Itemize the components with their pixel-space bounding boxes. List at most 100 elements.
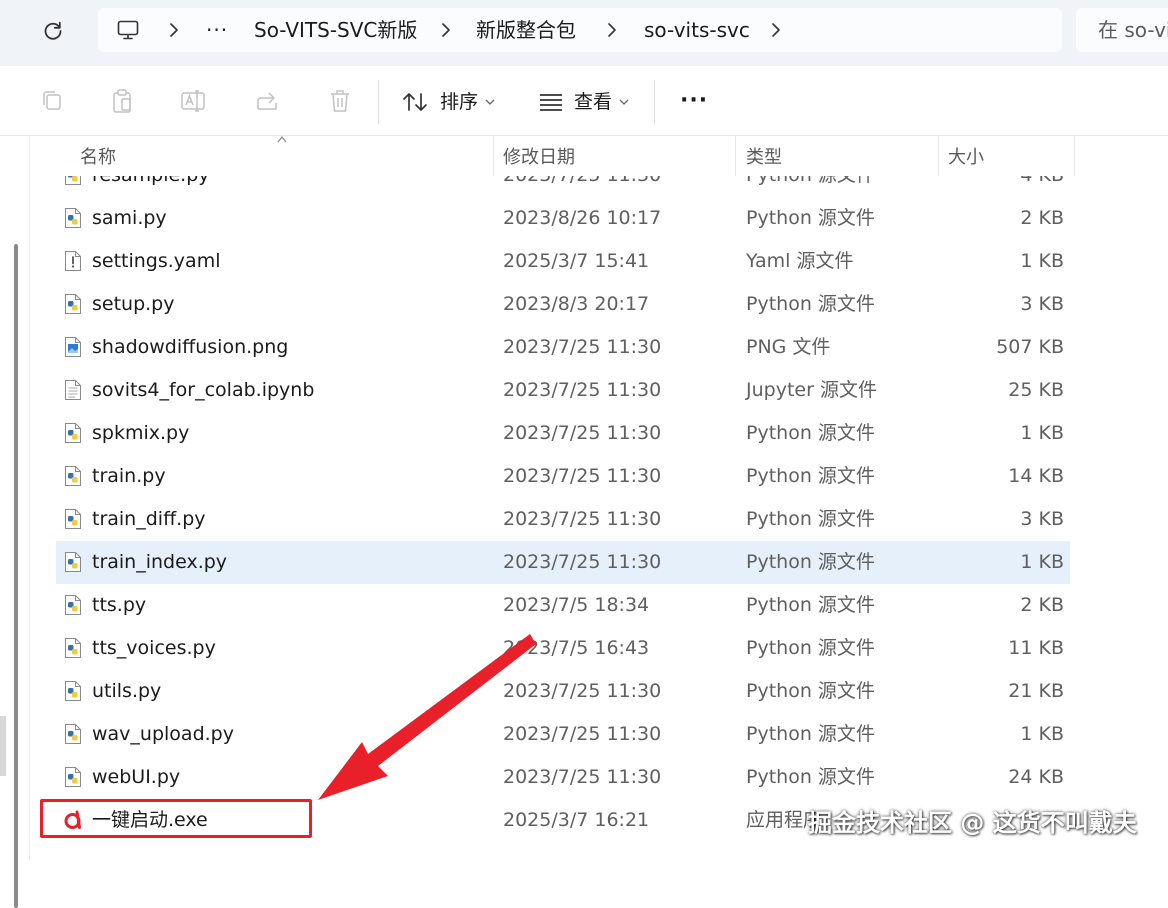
python-file-icon [64, 207, 82, 229]
file-modified-date: 2023/8/3 20:17 [503, 293, 650, 315]
file-size: 14 KB [1008, 465, 1064, 487]
python-file-icon [64, 176, 82, 186]
file-modified-date: 2023/7/25 11:30 [503, 465, 662, 487]
file-type: Python 源文件 [746, 637, 875, 659]
search-input[interactable]: 在 so-vi [1076, 8, 1168, 52]
file-row[interactable]: shadowdiffusion.png 2023/7/25 11:30 PNG 文件… [56, 326, 1070, 369]
file-row[interactable]: train.py 2023/7/25 11:30 Python 源文件 14 KB [56, 455, 1070, 498]
file-size: 2 KB [1020, 594, 1064, 616]
file-row[interactable]: sami.py 2023/8/26 10:17 Python 源文件 2 KB [56, 197, 1070, 240]
file-size: 25 KB [1008, 379, 1064, 401]
address-bar[interactable]: ··· So-VITS-SVC新版 新版整合包 so-vits-svc [98, 8, 1062, 52]
annotation-highlight-box [40, 799, 312, 838]
watermark: 掘金技术社区 @ 这货不叫戴夫 [808, 809, 1137, 837]
file-modified-date: 2023/7/25 11:30 [503, 336, 662, 358]
file-row[interactable]: webUI.py 2023/7/25 11:30 Python 源文件 24 KB [56, 756, 1070, 799]
file-row[interactable]: sovits4_for_colab.ipynb 2023/7/25 11:30 Ju… [56, 369, 1070, 412]
more-icon: ··· [680, 88, 709, 113]
refresh-button[interactable] [36, 14, 70, 48]
column-name[interactable]: 名称 [80, 136, 116, 176]
chevron-right-icon[interactable] [766, 20, 786, 40]
file-row[interactable]: settings.yaml 2025/3/7 15:41 Yaml 源文件 1 KB [56, 240, 1070, 283]
file-type: Python 源文件 [746, 766, 875, 788]
computer-icon[interactable] [116, 18, 140, 42]
file-modified-date: 2023/8/26 10:17 [503, 207, 662, 229]
file-type: Python 源文件 [746, 176, 875, 197]
chevron-right-icon[interactable] [602, 20, 622, 40]
file-modified-date: 2023/7/25 11:30 [503, 379, 662, 401]
sort-ascending-icon [276, 134, 288, 144]
file-size: 1 KB [1020, 250, 1064, 272]
sort-button[interactable]: 排序 [400, 84, 504, 120]
file-row[interactable]: train_diff.py 2023/7/25 11:30 Python 源文件 3 … [56, 498, 1070, 541]
file-row[interactable]: wav_upload.py 2023/7/25 11:30 Python 源文件 1 … [56, 713, 1070, 756]
address-bar-row: ··· So-VITS-SVC新版 新版整合包 so-vits-svc 在 so… [0, 0, 1168, 66]
chevron-right-icon[interactable] [436, 20, 456, 40]
python-file-icon [64, 680, 82, 702]
python-file-icon [64, 465, 82, 487]
file-row[interactable]: tts.py 2023/7/5 18:34 Python 源文件 2 KB [56, 584, 1070, 627]
file-name: settings.yaml [92, 250, 221, 272]
breadcrumb-item-so-vits-svc[interactable]: so-vits-svc [644, 8, 750, 52]
file-row[interactable]: setup.py 2023/8/3 20:17 Python 源文件 3 KB [56, 283, 1070, 326]
file-row[interactable]: train_index.py 2023/7/25 11:30 Python 源文件 1… [56, 541, 1070, 584]
toolbar-divider [378, 80, 379, 124]
python-file-icon [64, 551, 82, 573]
column-modified[interactable]: 修改日期 [503, 136, 575, 176]
chevron-down-icon [618, 96, 630, 108]
file-type: Python 源文件 [746, 551, 875, 573]
navigation-scrollbar[interactable] [14, 244, 18, 908]
file-size: 11 KB [1008, 637, 1064, 659]
python-file-icon [64, 723, 82, 745]
file-size: 1 KB [1020, 551, 1064, 573]
rename-button[interactable] [180, 86, 208, 116]
file-type: Jupyter 源文件 [746, 379, 877, 401]
file-name: setup.py [92, 293, 175, 315]
view-button[interactable]: 查看 [536, 84, 636, 120]
column-divider[interactable] [493, 136, 494, 176]
sort-icon [402, 90, 430, 114]
column-size[interactable]: 大小 [948, 136, 984, 176]
file-name: shadowdiffusion.png [92, 336, 289, 358]
python-file-icon [64, 422, 82, 444]
view-label: 查看 [574, 91, 613, 113]
file-size: 21 KB [1008, 680, 1064, 702]
python-file-icon [64, 293, 82, 315]
file-modified-date: 2023/7/25 11:30 [503, 551, 662, 573]
search-placeholder: 在 so-vi [1098, 18, 1168, 42]
more-options-button[interactable]: ··· [672, 86, 712, 118]
file-type: Python 源文件 [746, 422, 875, 444]
copy-button[interactable] [38, 86, 66, 116]
python-file-icon [64, 508, 82, 530]
file-size: 4 KB [1020, 176, 1064, 197]
column-divider[interactable] [1074, 136, 1075, 176]
file-modified-date: 2023/7/25 11:30 [503, 176, 661, 197]
file-size: 2 KB [1020, 207, 1064, 229]
breadcrumb-item-new-package[interactable]: 新版整合包 [476, 8, 576, 52]
view-list-icon [538, 92, 564, 112]
file-row[interactable]: tts_voices.py 2023/7/5 16:43 Python 源文件 11 … [56, 627, 1070, 670]
breadcrumb-overflow[interactable]: ··· [206, 8, 228, 52]
sort-label: 排序 [440, 91, 479, 113]
file-size: 1 KB [1020, 422, 1064, 444]
delete-button[interactable] [326, 86, 354, 116]
column-divider[interactable] [735, 136, 736, 176]
file-name: tts.py [92, 594, 147, 616]
file-modified-date: 2023/7/5 18:34 [503, 594, 650, 616]
file-name: tts_voices.py [92, 637, 216, 659]
file-row[interactable]: spkmix.py 2023/7/25 11:30 Python 源文件 1 KB [56, 412, 1070, 455]
chevron-right-icon[interactable] [164, 20, 184, 40]
column-type[interactable]: 类型 [746, 136, 782, 176]
share-button[interactable] [254, 86, 282, 116]
breadcrumb-item-so-vits-svc-new[interactable]: So-VITS-SVC新版 [254, 8, 417, 52]
file-type: Python 源文件 [746, 293, 875, 315]
file-name: sami.py [92, 207, 167, 229]
yaml-file-icon [64, 250, 82, 272]
file-name: train_index.py [92, 551, 228, 573]
column-divider[interactable] [938, 136, 939, 176]
file-row[interactable]: utils.py 2023/7/25 11:30 Python 源文件 21 KB [56, 670, 1070, 713]
file-row[interactable]: resample.py 2023/7/25 11:30 Python 源文件 4 KB [56, 176, 1070, 197]
python-file-icon [64, 766, 82, 788]
paste-button[interactable] [108, 86, 136, 116]
file-name: train_diff.py [92, 508, 206, 530]
